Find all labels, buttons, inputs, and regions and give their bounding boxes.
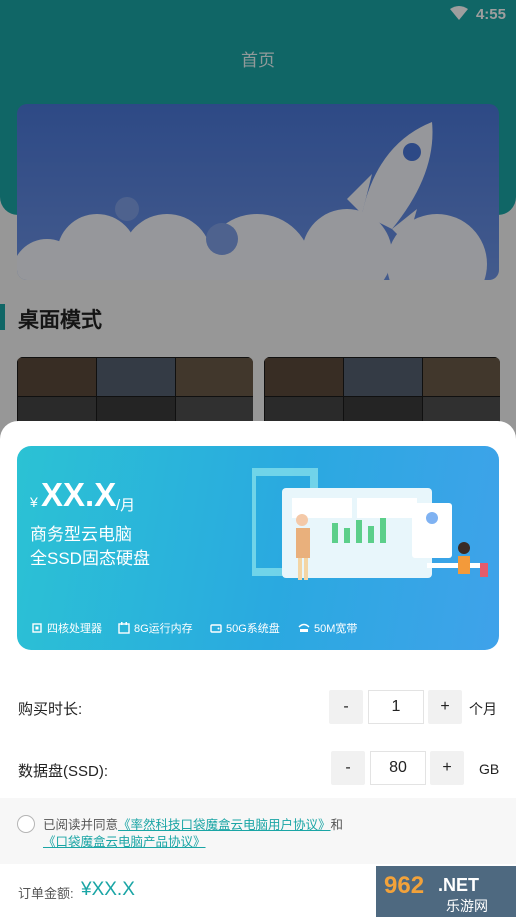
feature-cpu: 四核处理器 — [31, 620, 102, 636]
datadisk-value[interactable]: 80 — [370, 751, 426, 785]
feature-label: 50M宽带 — [314, 623, 358, 635]
duration-decrement-button[interactable]: - — [329, 690, 363, 724]
bandwidth-icon — [298, 623, 310, 632]
feature-memory: 8G运行内存 — [118, 620, 193, 636]
promo-line-2: 全SSD固态硬盘 — [30, 549, 150, 568]
disk-icon — [210, 624, 222, 633]
promo-line-1: 商务型云电脑 — [30, 525, 132, 544]
feature-label: 8G运行内存 — [134, 623, 193, 635]
feature-bandwidth: 50M宽带 — [298, 620, 357, 636]
datadisk-decrement-button[interactable]: - — [331, 751, 365, 785]
order-amount-label: 订单金额: — [18, 886, 74, 901]
price-symbol: ¥ — [30, 494, 38, 510]
user-agreement-link[interactable]: 《率然科技口袋魔盒云电脑用户协议》 — [118, 818, 331, 832]
cpu-icon — [32, 623, 42, 633]
office-illustration — [252, 468, 488, 580]
agreement-checkbox[interactable] — [17, 815, 35, 833]
feature-label: 50G系统盘 — [226, 623, 280, 635]
svg-text:.NET: .NET — [438, 875, 479, 895]
product-agreement-link[interactable]: 《口袋魔盒云电脑产品协议》 — [43, 835, 206, 849]
price-unit: /月 — [116, 497, 136, 514]
memory-icon — [118, 622, 130, 634]
agreement-text: 已阅读并同意《率然科技口袋魔盒云电脑用户协议》和《口袋魔盒云电脑产品协议》 — [43, 817, 503, 851]
datadisk-increment-button[interactable]: + — [430, 751, 464, 785]
watermark-logo: 962 .NET 乐游网 — [376, 866, 516, 917]
promo-price: XX.X — [41, 476, 117, 513]
duration-unit: 个月 — [469, 701, 497, 717]
svg-text:962: 962 — [384, 872, 424, 899]
duration-increment-button[interactable]: + — [428, 690, 462, 724]
order-amount-value: ¥XX.X — [81, 879, 135, 900]
feature-disk: 50G系统盘 — [210, 620, 280, 636]
duration-value[interactable]: 1 — [368, 690, 424, 724]
feature-label: 四核处理器 — [47, 623, 102, 635]
datadisk-label: 数据盘(SSD): — [18, 763, 109, 780]
promo-card: ¥ XX.X /月 商务型云电脑 全SSD固态硬盘 四核处理器 8G运行内存 5… — [17, 446, 499, 650]
datadisk-unit: GB — [479, 761, 500, 777]
duration-label: 购买时长: — [18, 701, 83, 718]
svg-text:乐游网: 乐游网 — [446, 899, 488, 915]
agreement-prefix: 已阅读并同意 — [43, 818, 119, 832]
agreement-and: 和 — [330, 818, 344, 832]
